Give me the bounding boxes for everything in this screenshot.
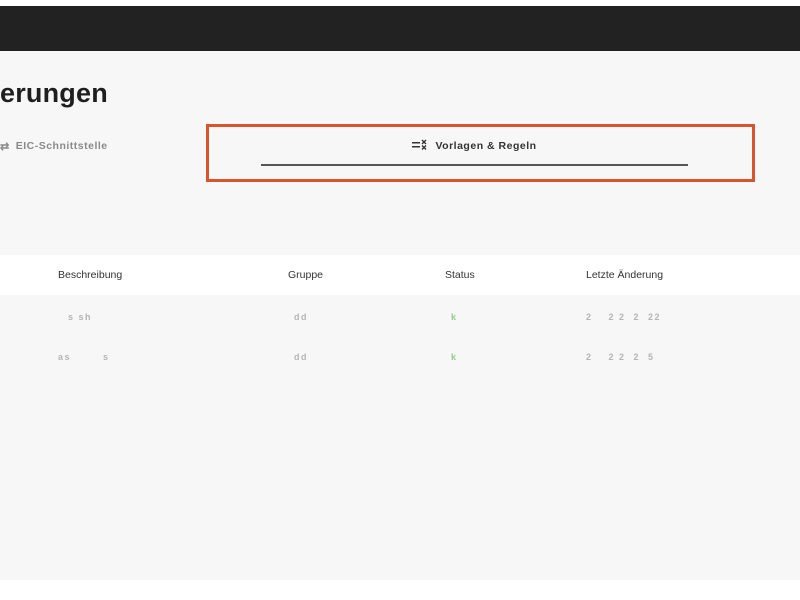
app-header-bar	[0, 6, 800, 51]
cell-letzte-aenderung: 2 2 2 2 22	[586, 312, 662, 322]
cell-beschreibung: s sh	[68, 312, 93, 322]
tab-eic-schnittstelle[interactable]: ⇄ EIC-Schnittstelle	[0, 138, 108, 154]
column-header-gruppe[interactable]: Gruppe	[288, 255, 323, 295]
cell-gruppe: dd	[294, 312, 308, 322]
column-header-status[interactable]: Status	[445, 255, 475, 295]
cell-beschreibung: as s	[58, 352, 110, 362]
column-header-beschreibung[interactable]: Beschreibung	[58, 255, 122, 295]
swap-arrows-icon: ⇄	[0, 140, 10, 153]
playlist-remove-svg	[412, 139, 427, 150]
playlist-remove-icon	[412, 139, 428, 154]
tab-vorlagen-regeln[interactable]: Vorlagen & Regeln	[261, 128, 688, 166]
tab-label: Vorlagen & Regeln	[435, 140, 537, 152]
bottom-margin	[0, 580, 800, 600]
table-row[interactable]: s sh dd k 2 2 2 2 22	[0, 297, 800, 337]
table-row[interactable]: as s dd k 2 2 2 2 5	[0, 337, 800, 377]
tab-label: EIC-Schnittstelle	[15, 140, 108, 152]
cell-status: k	[451, 312, 458, 322]
table-header: Beschreibung Gruppe Status Letzte Änderu…	[0, 255, 800, 295]
cell-status: k	[451, 352, 458, 362]
cell-gruppe: dd	[294, 352, 308, 362]
cell-letzte-aenderung: 2 2 2 2 5	[586, 352, 655, 362]
column-header-letzte-aenderung[interactable]: Letzte Änderung	[586, 255, 663, 295]
page-title: erungen	[0, 78, 108, 108]
